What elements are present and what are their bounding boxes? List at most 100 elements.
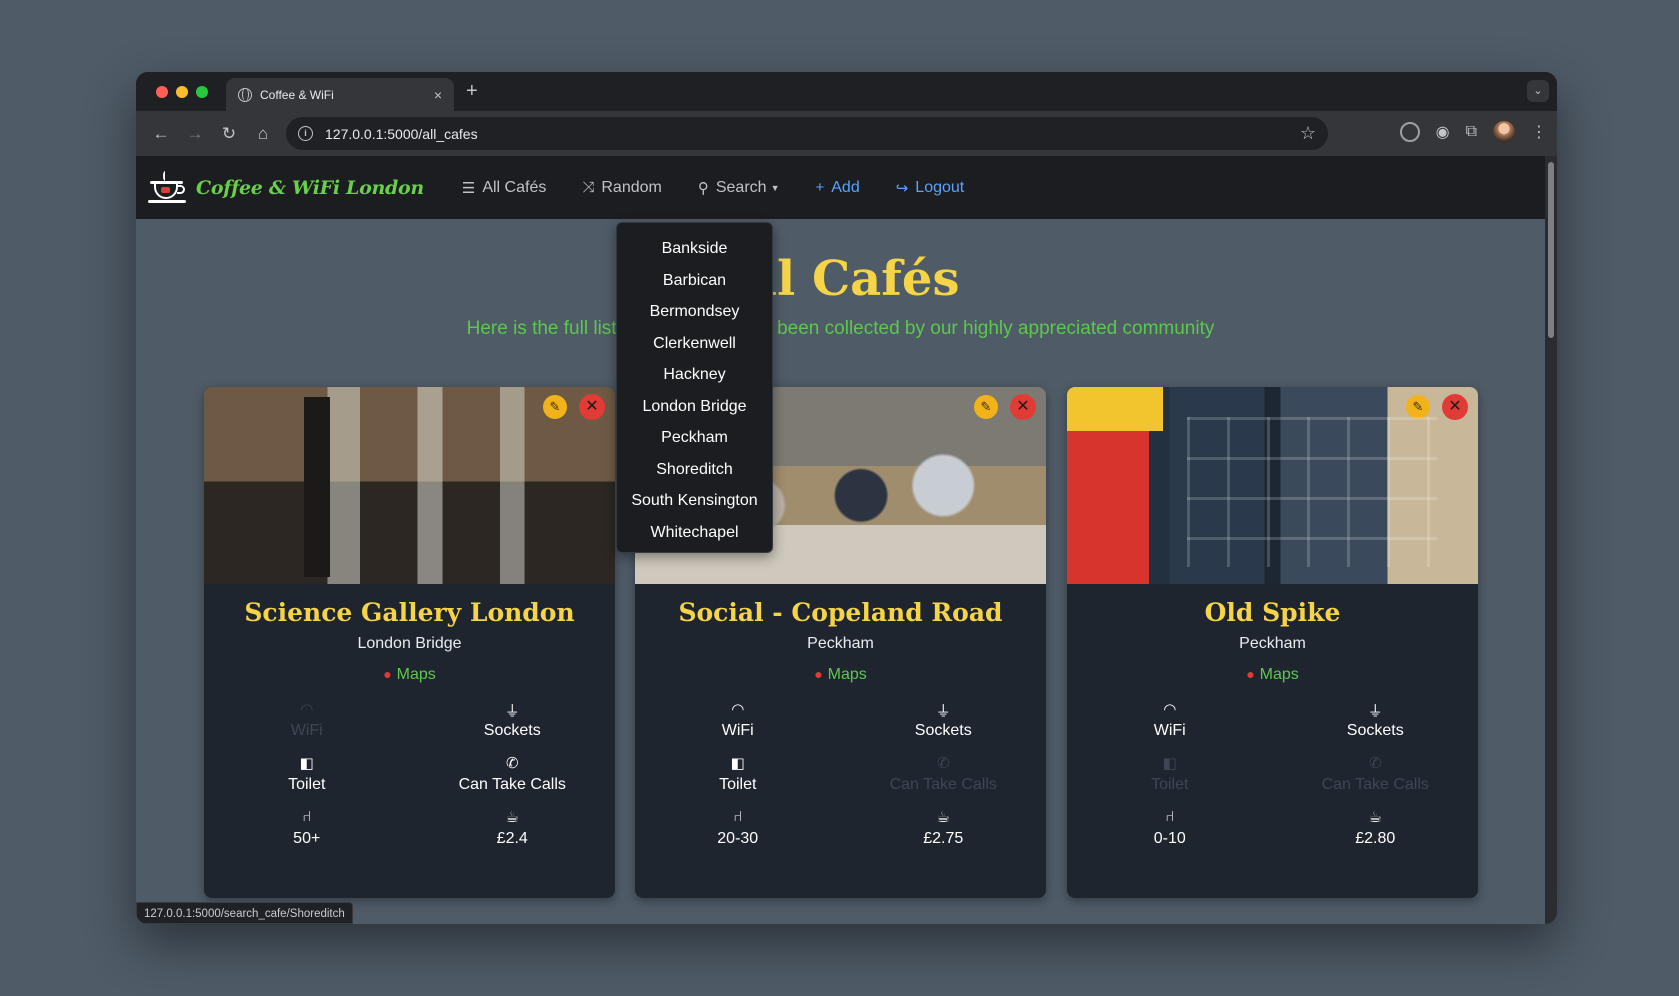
amenity-seats: ⑁ 0-10 <box>1067 808 1273 848</box>
extension-icon[interactable] <box>1399 122 1420 142</box>
plus-icon: + <box>815 179 825 196</box>
cafe-location: Peckham <box>807 635 874 652</box>
edit-pencil-icon[interactable]: ✎ <box>543 395 567 419</box>
browser-tab[interactable]: Coffee & WiFi × <box>226 78 454 111</box>
search-option[interactable]: Shoreditch <box>617 454 772 486</box>
nav-logout-label: Logout <box>915 178 965 196</box>
amenity-label: WiFi <box>1153 722 1186 739</box>
amenity-label: Toilet <box>719 776 757 793</box>
site-info-icon[interactable]: i <box>298 126 313 141</box>
globe-icon <box>238 87 252 102</box>
phone-icon: ✆ <box>936 755 950 772</box>
seats-value: 20-30 <box>717 830 759 847</box>
nav-all-cafes[interactable]: ☰ All Cafés <box>462 179 546 197</box>
search-option[interactable]: London Bridge <box>617 391 772 423</box>
search-icon: ⚲ <box>697 179 709 197</box>
edit-pencil-icon[interactable]: ✎ <box>974 395 998 419</box>
edit-pencil-icon[interactable]: ✎ <box>1406 395 1430 419</box>
cafe-name: Social - Copeland Road <box>678 598 1003 627</box>
search-option[interactable]: South Kensington <box>617 485 772 517</box>
amenity-toilet: ◧ Toilet <box>204 754 410 794</box>
tab-search-button[interactable]: ⌄ <box>1527 80 1549 102</box>
search-option[interactable]: Bermondsey <box>617 296 772 328</box>
page-scrollbar[interactable] <box>1545 156 1557 924</box>
cafe-photo: ✎ ✕ <box>1067 387 1478 584</box>
amenity-calls: ✆ Can Take Calls <box>410 754 616 794</box>
amenity-label: Toilet <box>288 776 326 793</box>
forward-arrow-icon[interactable]: → <box>178 124 212 144</box>
search-option[interactable]: Peckham <box>617 422 772 454</box>
search-option[interactable]: Clerkenwell <box>617 328 772 360</box>
delete-x-icon[interactable]: ✕ <box>1442 394 1468 420</box>
nav-add[interactable]: + Add <box>815 179 859 197</box>
toilet-paper-icon: ◧ <box>299 755 314 772</box>
maps-link[interactable]: ● Maps <box>1067 666 1478 684</box>
reload-icon[interactable]: ↻ <box>212 124 246 144</box>
puzzle-extensions-icon[interactable]: ⧉ <box>1466 123 1477 141</box>
amenity-sockets: ⏚ Sockets <box>841 700 1047 740</box>
back-arrow-icon[interactable]: ← <box>144 124 178 144</box>
maps-link[interactable]: ● Maps <box>635 666 1046 684</box>
scrollbar-thumb[interactable] <box>1548 162 1554 338</box>
bookmark-star-icon[interactable]: ☆ <box>1300 123 1316 144</box>
browser-window: Coffee & WiFi × + ⌄ ← → ↻ ⌂ i 127.0.0.1:… <box>136 72 1557 924</box>
maps-label: Maps <box>396 666 436 683</box>
new-tab-button[interactable]: + <box>466 80 478 103</box>
amenity-label: Sockets <box>1346 722 1404 739</box>
tab-close-icon[interactable]: × <box>434 87 442 103</box>
search-option[interactable]: Bankside <box>617 233 772 265</box>
amenity-wifi: ◠ WiFi <box>635 700 841 740</box>
amenities-grid: ◠ WiFi ⏚ Sockets ◧ Toilet ✆ Can Take Calls ⑁… <box>1067 700 1478 848</box>
delete-x-icon[interactable]: ✕ <box>1010 394 1036 420</box>
chair-icon: ⑁ <box>733 808 743 825</box>
nav-search-dropdown[interactable]: ⚲ Search ▼ <box>698 179 780 197</box>
minimize-window-button[interactable] <box>176 86 188 98</box>
address-bar[interactable]: i 127.0.0.1:5000/all_cafes ☆ <box>286 117 1328 150</box>
incognito-icon[interactable]: ◉ <box>1436 122 1450 142</box>
amenity-label: Can Take Calls <box>458 776 566 793</box>
chair-icon: ⑁ <box>1165 808 1175 825</box>
delete-x-icon[interactable]: ✕ <box>579 394 605 420</box>
map-pin-icon: ● <box>814 666 823 682</box>
url-text[interactable]: 127.0.0.1:5000/all_cafes <box>325 126 1300 142</box>
nav-search-label: Search <box>715 178 767 196</box>
nav-logout[interactable]: ↪ Logout <box>896 179 965 197</box>
amenities-grid: ◠ WiFi ⏚ Sockets ◧ Toilet ✆ Can Take Calls ⑁… <box>635 700 1046 848</box>
amenity-label: Can Take Calls <box>1321 776 1429 793</box>
window-controls <box>156 86 208 98</box>
amenity-calls: ✆ Can Take Calls <box>841 754 1047 794</box>
link-status-bar: 127.0.0.1:5000/search_cafe/Shoreditch <box>136 902 353 924</box>
maps-link[interactable]: ● Maps <box>204 666 615 684</box>
amenity-wifi: ◠ WiFi <box>1067 700 1273 740</box>
search-option[interactable]: Whitechapel <box>617 517 772 549</box>
nav-random[interactable]: ⤨ Random <box>582 179 662 197</box>
home-icon[interactable]: ⌂ <box>246 124 280 144</box>
profile-avatar[interactable] <box>1493 121 1515 143</box>
logout-icon: ↪ <box>895 179 909 197</box>
cafe-card: ✎ ✕ Science Gallery London London Bridge… <box>204 387 615 898</box>
cafe-location: London Bridge <box>357 635 462 652</box>
amenity-price: ☕ £2.4 <box>410 808 616 848</box>
phone-icon: ✆ <box>505 755 519 772</box>
tab-title: Coffee & WiFi <box>260 87 334 102</box>
browser-toolbar: ← → ↻ ⌂ i 127.0.0.1:5000/all_cafes ☆ ◉ ⧉… <box>136 111 1557 156</box>
amenity-label: Can Take Calls <box>889 776 997 793</box>
toilet-paper-icon: ◧ <box>730 755 745 772</box>
search-dropdown-menu: Bankside Barbican Bermondsey Clerkenwell… <box>616 222 773 553</box>
map-pin-icon: ● <box>383 666 392 682</box>
amenity-label: WiFi <box>721 722 754 739</box>
brand-link[interactable]: Coffee & WiFi London <box>148 170 424 203</box>
plug-icon: ⏚ <box>504 703 520 720</box>
amenity-price: ☕ £2.75 <box>841 808 1047 848</box>
maximize-window-button[interactable] <box>196 86 208 98</box>
amenity-price: ☕ £2.80 <box>1273 808 1479 848</box>
plug-icon: ⏚ <box>1367 703 1383 720</box>
search-option[interactable]: Hackney <box>617 359 772 391</box>
brand-name: Coffee & WiFi London <box>196 176 424 199</box>
cafe-location: Peckham <box>1239 635 1306 652</box>
phone-icon: ✆ <box>1368 755 1382 772</box>
kebab-menu-icon[interactable]: ⋮ <box>1531 122 1547 142</box>
close-window-button[interactable] <box>156 86 168 98</box>
search-option[interactable]: Barbican <box>617 265 772 297</box>
amenity-wifi: ◠ WiFi <box>204 700 410 740</box>
